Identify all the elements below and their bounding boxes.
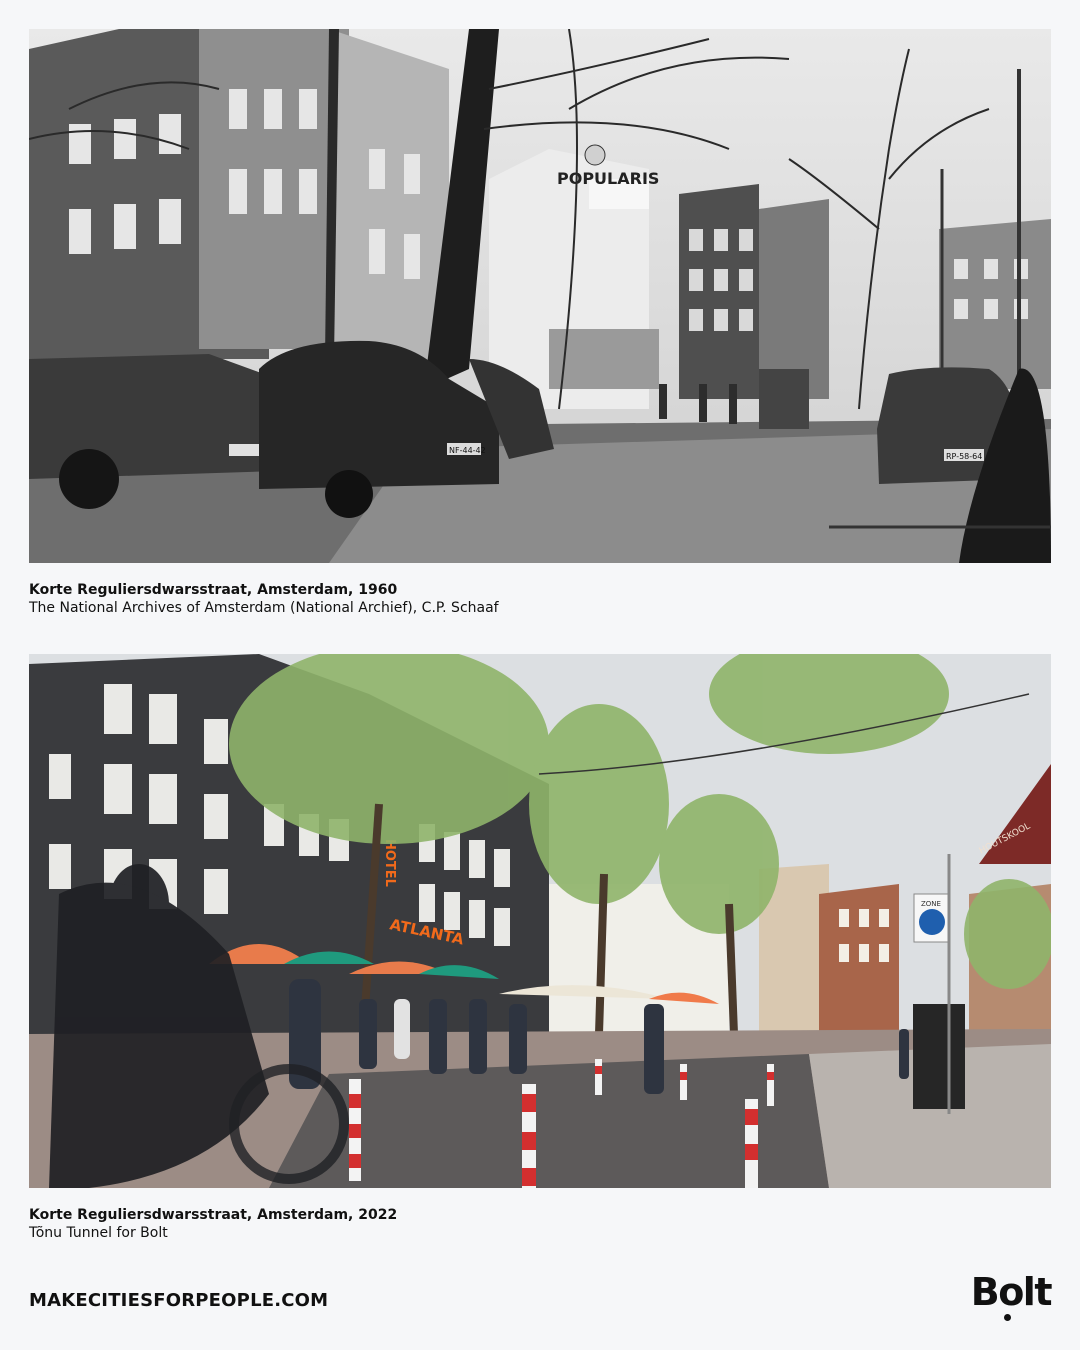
caption-credit-2022: Tõnu Tunnel for Bolt bbox=[29, 1225, 168, 1241]
caption-credit-1960: The National Archives of Amsterdam (Nati… bbox=[29, 600, 499, 616]
historic-photo-1960: POPULARIS NF-44-42 RP-58-64 bbox=[29, 29, 1051, 563]
caption-1960: Korte Reguliersdwarsstraat, Amsterdam, 1… bbox=[29, 581, 1029, 617]
license-plate-2: RP-58-64 bbox=[946, 452, 982, 461]
zone-sign: ZONE bbox=[921, 900, 941, 908]
caption-2022: Korte Reguliersdwarsstraat, Amsterdam, 2… bbox=[29, 1206, 1029, 1242]
license-plate-1: NF-44-42 bbox=[449, 446, 486, 455]
campaign-url[interactable]: MAKECITIESFORPEOPLE.COM bbox=[29, 1290, 328, 1311]
street-scene-2022-illustration: HOTEL ATLANTA ZONE HOUTSKOOL bbox=[29, 654, 1051, 1188]
hotel-sign-vertical: HOTEL bbox=[382, 839, 397, 887]
popularis-sign: POPULARIS bbox=[557, 169, 659, 188]
caption-title-2022: Korte Reguliersdwarsstraat, Amsterdam, 2… bbox=[29, 1207, 398, 1223]
bolt-logo-text: Bolt bbox=[970, 1270, 1053, 1314]
street-scene-1960-illustration: POPULARIS NF-44-42 RP-58-64 bbox=[29, 29, 1051, 563]
bolt-logo-dot-icon bbox=[1003, 1314, 1011, 1321]
modern-photo-2022: HOTEL ATLANTA ZONE HOUTSKOOL bbox=[29, 654, 1051, 1188]
caption-title-1960: Korte Reguliersdwarsstraat, Amsterdam, 1… bbox=[29, 582, 398, 598]
bolt-logo: Bolt bbox=[970, 1270, 1053, 1321]
